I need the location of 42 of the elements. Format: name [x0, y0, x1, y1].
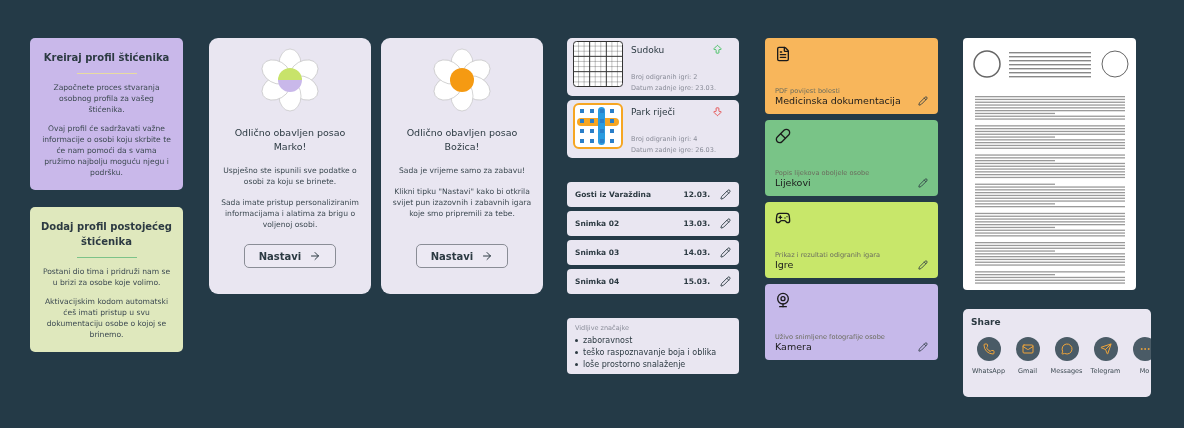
paper-plane-icon	[1099, 343, 1112, 355]
arrow-right-icon	[481, 250, 494, 262]
profile-card[interactable]	[30, 38, 183, 190]
edit-icon[interactable]	[918, 95, 928, 106]
chat-bubble-icon	[1060, 343, 1073, 355]
bullet-icon	[575, 339, 578, 343]
card-title: Dodaj profil postojećeg štićenika	[40, 220, 173, 249]
edit-icon[interactable]	[720, 276, 731, 287]
sudoku-grid-drawing	[573, 41, 623, 87]
share-title: Share	[971, 317, 1002, 327]
tile-title: Lijekovi	[775, 177, 811, 188]
bullet-icon	[575, 363, 578, 367]
bullet-icon	[575, 351, 578, 355]
game-name: Sudoku	[631, 44, 665, 55]
edit-icon[interactable]	[720, 218, 731, 229]
gamepad-icon	[775, 210, 791, 226]
edit-icon[interactable]	[918, 341, 928, 352]
mail-icon	[1021, 343, 1034, 355]
symptom-text: loše prostorno snalaženje	[583, 360, 686, 370]
flower-icon	[258, 48, 322, 112]
phone-icon	[982, 343, 995, 355]
continue-button[interactable]: Nastavi	[243, 244, 337, 268]
arrow-right-icon	[309, 250, 322, 262]
pill-icon	[775, 128, 791, 144]
symptom-text: teško raspoznavanje boja i oblika	[583, 348, 717, 358]
edit-icon[interactable]	[720, 247, 731, 258]
tile-title: Igre	[775, 259, 794, 270]
continue-button[interactable]: Nastavi	[415, 244, 509, 268]
game-name: Park riječi	[631, 106, 675, 117]
edit-icon[interactable]	[918, 259, 928, 270]
symptom-text: zaboravnost	[583, 336, 633, 346]
webcam-icon	[775, 292, 791, 308]
tile-title: Medicinska dokumentacija	[775, 95, 901, 106]
edit-icon[interactable]	[918, 177, 928, 188]
edit-icon[interactable]	[720, 189, 731, 200]
document-icon	[775, 46, 791, 62]
card-title: Odlično obavljen posao Božica!	[405, 126, 519, 155]
flower-icon	[430, 48, 494, 112]
card-title: Kreiraj profil štićenika	[43, 51, 170, 65]
card-title: Odlično obavljen posao Marko!	[233, 126, 347, 155]
tile-title: Kamera	[775, 341, 812, 352]
word-puzzle-drawing	[573, 103, 623, 149]
